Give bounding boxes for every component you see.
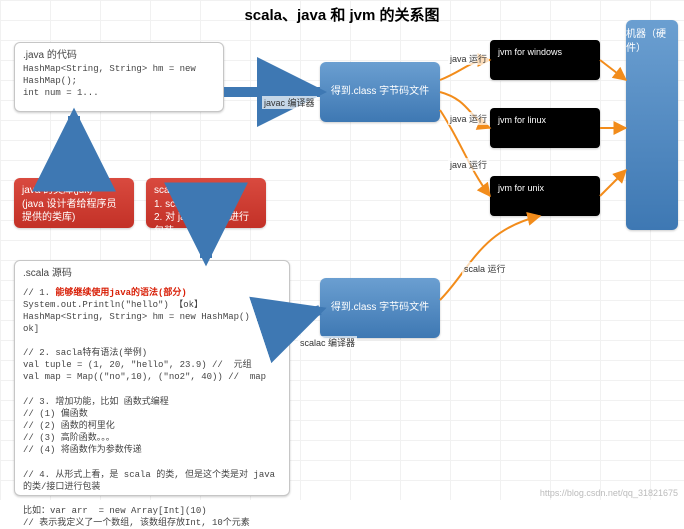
java-run-label-2: java 运行 [448,112,489,125]
javac-label: javac 编译器 [262,96,317,109]
jvm-unix-label: jvm for unix [498,183,544,193]
scala-source-box: .scala 源码 // 1. 能够继续使用java的语法(部分) System… [14,260,290,496]
class-file1-label: 得到.class 字节码文件 [331,85,429,99]
sdk-line3: 2. 对 java 的类的进行包装 [154,211,258,238]
java-source-box: .java 的代码 HashMap<String, String> hm = n… [14,42,224,112]
jdk-line1: java 的类库(jdk) [22,184,126,198]
java-run-label-1: java 运行 [448,52,489,65]
jvm-linux-box: jvm for linux [490,108,600,148]
hardware-label: 机器（硬件） [626,28,678,55]
jvm-linux-label: jvm for linux [498,115,546,125]
sdk-box: scala 的类库(sdk) 1. scala 特有类库 2. 对 java 的… [146,178,266,228]
java-source-code: HashMap<String, String> hm = new HashMap… [23,63,215,99]
sdk-line2: 1. scala 特有类库 [154,198,258,212]
scalac-label: scalac 编译器 [298,336,357,349]
class-file-node-java: 得到.class 字节码文件 [320,62,440,122]
diagram-title: scala、java 和 jvm 的关系图 [0,4,684,25]
class-file-node-scala: 得到.class 字节码文件 [320,278,440,338]
sdk-line1: scala 的类库(sdk) [154,184,258,198]
jdk-box: java 的类库(jdk) (java 设计者给程序员提供的类库) [14,178,134,228]
jvm-unix-box: jvm for unix [490,176,600,216]
jvm-windows-box: jvm for windows [490,40,600,80]
jvm-windows-label: jvm for windows [498,47,562,57]
scala-run-label: scala 运行 [462,262,508,275]
java-run-label-3: java 运行 [448,158,489,171]
scala-code: // 1. 能够继续使用java的语法(部分) System.out.Print… [23,287,281,529]
jdk-line2: (java 设计者给程序员提供的类库) [22,198,126,225]
scala-heading: .scala 源码 [23,267,281,281]
hardware-box: 机器（硬件） [626,20,678,230]
watermark: https://blog.csdn.net/qq_31821675 [540,488,678,498]
java-source-heading: .java 的代码 [23,49,215,63]
class-file2-label: 得到.class 字节码文件 [331,301,429,315]
